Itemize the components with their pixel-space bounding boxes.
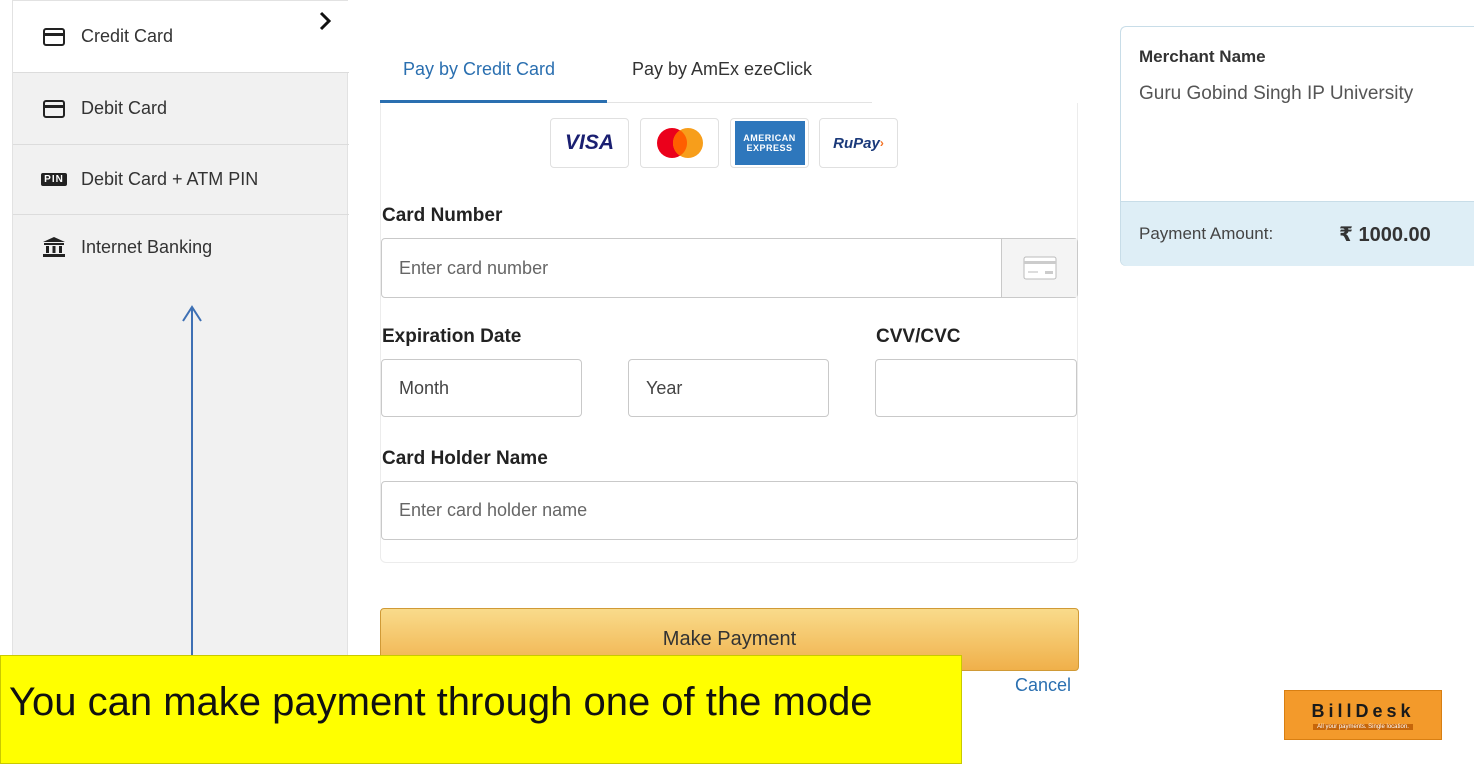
year-placeholder: Year (646, 377, 683, 398)
sidebar-item-debit-card-atm-pin[interactable]: PIN Debit Card + ATM PIN (13, 145, 349, 215)
amex-logo: AMERICAN EXPRESS (730, 118, 809, 168)
pin-badge-text: PIN (41, 173, 67, 186)
chevron-right-icon (318, 10, 332, 37)
amex-logo-line2: EXPRESS (746, 143, 793, 153)
cancel-link[interactable]: Cancel (1015, 675, 1071, 696)
expiry-year-select[interactable]: Year (628, 359, 829, 417)
card-number-label: Card Number (382, 205, 503, 226)
card-holder-name-input[interactable]: Enter card holder name (381, 481, 1078, 540)
tab-pay-by-amex-ezeclick[interactable]: Pay by AmEx ezeClick (632, 59, 812, 80)
cvv-input[interactable] (875, 359, 1077, 417)
annotation-text: You can make payment through one of the … (9, 680, 873, 724)
sidebar-item-label: Internet Banking (81, 236, 213, 257)
credit-card-icon (37, 27, 71, 46)
cvv-label: CVV/CVC (876, 326, 961, 347)
tab-pay-by-credit-card[interactable]: Pay by Credit Card (403, 59, 555, 80)
sidebar-item-label: Debit Card + ATM PIN (81, 169, 259, 189)
merchant-summary-panel: Merchant Name Guru Gobind Singh IP Unive… (1120, 26, 1474, 266)
sidebar-item-label: Debit Card (81, 98, 168, 118)
billdesk-logo-text: BillDesk (1311, 700, 1415, 721)
merchant-name-value: Guru Gobind Singh IP University (1139, 83, 1414, 104)
annotation-arrow-icon (182, 305, 202, 663)
card-holder-placeholder: Enter card holder name (399, 500, 588, 520)
payment-amount-value: ₹ 1000.00 (1339, 224, 1431, 246)
card-holder-name-label: Card Holder Name (382, 448, 548, 469)
merchant-name-title: Merchant Name (1139, 47, 1266, 66)
expiry-month-select[interactable]: Month (381, 359, 582, 417)
make-payment-label: Make Payment (662, 628, 797, 650)
visa-logo-text: VISA (564, 131, 614, 154)
card-number-placeholder: Enter card number (399, 257, 549, 278)
rupay-logo: RuPay › (819, 118, 898, 168)
sidebar-item-debit-card[interactable]: Debit Card (13, 73, 349, 145)
annotation-callout: You can make payment through one of the … (0, 655, 962, 764)
expiration-date-label: Expiration Date (382, 326, 522, 347)
sidebar-item-internet-banking[interactable]: Internet Banking (13, 215, 349, 279)
billdesk-logo: BillDesk All your payments. Single locat… (1284, 690, 1442, 740)
amex-logo-line1: AMERICAN (743, 133, 796, 143)
sidebar-item-credit-card[interactable]: Credit Card (13, 1, 349, 73)
debit-card-icon (37, 99, 71, 118)
mastercard-logo (640, 118, 719, 168)
bank-icon (37, 236, 71, 258)
billdesk-tagline: All your payments. Single location. (1313, 723, 1413, 730)
pin-icon: PIN (37, 173, 71, 186)
payment-amount-label: Payment Amount: (1139, 224, 1274, 243)
payment-amount-row: Payment Amount: ₹ 1000.00 (1121, 201, 1474, 266)
visa-logo: VISA (550, 118, 629, 168)
rupay-logo-text: RuPay (833, 134, 880, 152)
rupay-arrow-icon: › (879, 136, 884, 150)
card-type-icon (1001, 239, 1077, 297)
payment-tabs: Pay by Credit Card Pay by AmEx ezeClick (380, 55, 872, 103)
sidebar-item-label: Credit Card (81, 26, 174, 46)
month-placeholder: Month (399, 377, 450, 398)
card-number-input[interactable]: Enter card number (381, 238, 1078, 298)
